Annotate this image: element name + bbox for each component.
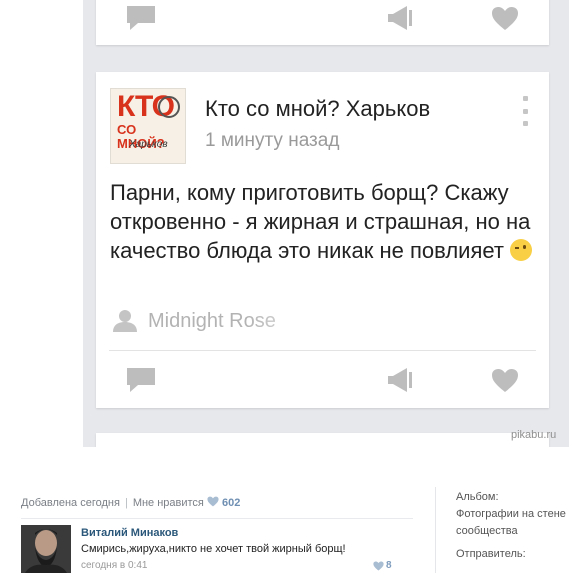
heart-icon[interactable]: [207, 496, 219, 507]
album-link[interactable]: Фотографии на стене сообщества: [456, 506, 576, 540]
photo-meta: Добавлена сегодня | Мне нравится 602: [21, 496, 240, 509]
post-body: Парни, кому приготовить борщ? Скажу откр…: [110, 180, 531, 263]
post-text: Парни, кому приготовить борщ? Скажу откр…: [110, 178, 540, 265]
next-post-card: [96, 433, 549, 447]
feed-screenshot: КТО СО МНОЙ? Харьков Кто со мной? Харько…: [83, 0, 569, 447]
post-time: 1 минуту назад: [205, 130, 340, 151]
photo-info-panel: Добавлена сегодня | Мне нравится 602 Витал…: [0, 447, 585, 573]
added-date: Добавлена сегодня: [21, 497, 120, 509]
post-actions: [96, 360, 549, 400]
heart-icon[interactable]: [373, 561, 384, 571]
like-heart-icon[interactable]: [485, 0, 525, 38]
sender-label: Отправитель:: [456, 548, 526, 560]
user-icon: [113, 310, 137, 332]
comment-author[interactable]: Виталий Минаков: [81, 527, 178, 539]
compass-icon: [158, 96, 180, 118]
group-name[interactable]: Кто со мной? Харьков: [205, 96, 430, 122]
divider: [435, 487, 436, 573]
comment-text: Смирись,жируха,никто не хочет твой жирны…: [81, 543, 346, 555]
comment-like-count: 8: [386, 560, 392, 571]
post-card: КТО СО МНОЙ? Харьков Кто со мной? Харько…: [96, 72, 549, 408]
share-icon[interactable]: [380, 360, 420, 400]
separator: |: [124, 497, 128, 509]
comment-icon[interactable]: [121, 360, 161, 400]
divider: [109, 350, 536, 351]
group-avatar[interactable]: КТО СО МНОЙ? Харьков: [110, 88, 186, 164]
more-options-icon[interactable]: [520, 96, 530, 126]
wink-emoji-icon: [510, 239, 533, 261]
comment-time[interactable]: сегодня в 0:41: [81, 560, 147, 571]
comment-icon[interactable]: [121, 0, 161, 38]
album-label: Альбом:: [456, 491, 499, 503]
like-count: 602: [221, 497, 241, 509]
avatar-city: Харьков: [129, 139, 168, 150]
previous-post-card: [96, 0, 549, 45]
like-heart-icon[interactable]: [485, 360, 525, 400]
like-label[interactable]: Мне нравится: [133, 497, 204, 509]
share-icon[interactable]: [380, 0, 420, 38]
previous-post-actions: [96, 0, 549, 38]
divider: [21, 518, 413, 519]
post-author-name: Midnight Rose: [148, 310, 276, 332]
watermark: pikabu.ru: [511, 429, 557, 441]
avatar[interactable]: [21, 525, 71, 573]
